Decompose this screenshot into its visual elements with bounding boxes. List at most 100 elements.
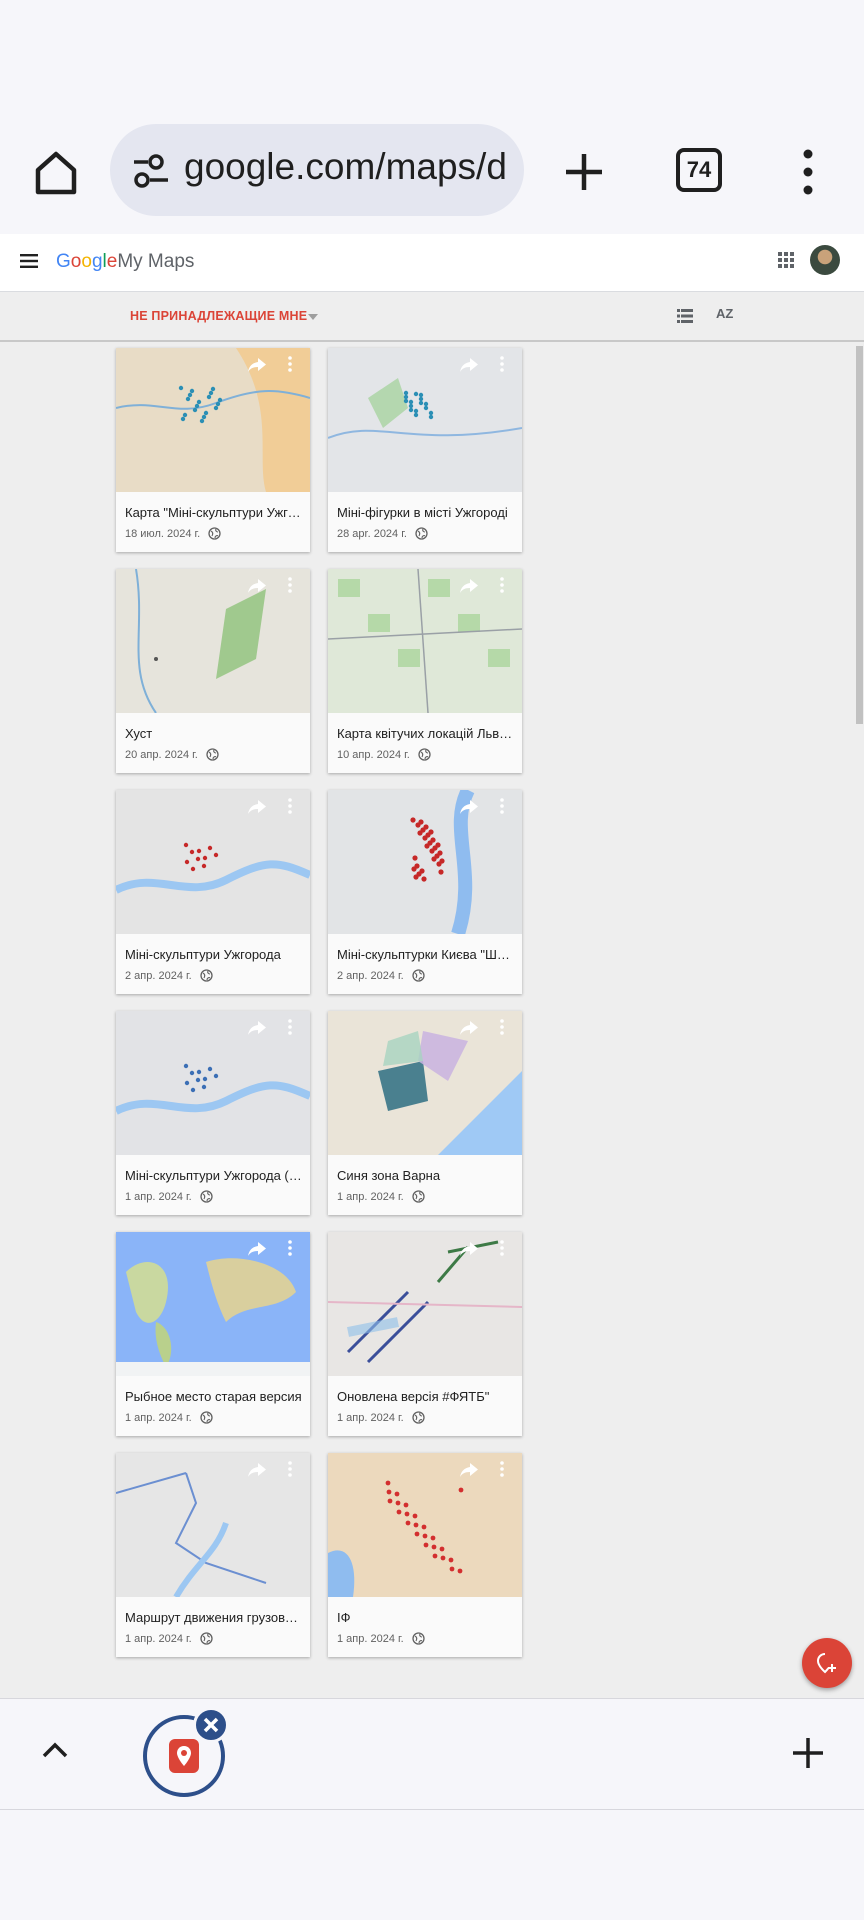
map-card[interactable]: Міні-скульптури Ужгорода (стара) 1 апр. 2…: [116, 1011, 310, 1215]
map-thumbnail[interactable]: [116, 1011, 310, 1155]
apps-grid-icon[interactable]: [777, 251, 795, 269]
map-thumbnail[interactable]: [116, 569, 310, 713]
map-card[interactable]: Синя зона Варна 1 апр. 2024 г.: [328, 1011, 522, 1215]
map-title[interactable]: Синя зона Варна: [337, 1168, 515, 1183]
map-thumbnail[interactable]: [328, 790, 522, 934]
more-vert-icon[interactable]: [288, 577, 292, 593]
chevron-up-icon[interactable]: [40, 1735, 70, 1765]
map-thumbnail[interactable]: [328, 348, 522, 492]
more-vert-icon[interactable]: [500, 577, 504, 593]
map-title[interactable]: Хуст: [125, 726, 303, 741]
share-icon[interactable]: [460, 579, 478, 593]
map-card[interactable]: Маршрут движения грузового 1 апр. 2024 г.: [116, 1453, 310, 1657]
map-date: 18 июл. 2024 г.: [125, 528, 201, 540]
share-icon[interactable]: [248, 579, 266, 593]
map-title[interactable]: ІФ: [337, 1610, 515, 1625]
map-title[interactable]: Оновлена версія #ФЯТБ": [337, 1389, 515, 1404]
url-text[interactable]: google.com/maps/d: [184, 146, 514, 188]
map-date: 1 апр. 2024 г.: [125, 1633, 192, 1645]
map-card[interactable]: Рыбное место старая версия 1 апр. 2024 г.: [116, 1232, 310, 1436]
create-map-button[interactable]: [802, 1638, 852, 1688]
more-vert-icon[interactable]: [288, 356, 292, 372]
add-tab-icon[interactable]: [790, 1735, 826, 1771]
map-date: 1 апр. 2024 г.: [125, 1412, 192, 1424]
share-icon[interactable]: [248, 1463, 266, 1477]
more-vert-icon[interactable]: [500, 1019, 504, 1035]
map-date: 10 апр. 2024 г.: [337, 749, 410, 761]
map-title[interactable]: Міні-скульптури Ужгорода: [125, 947, 303, 962]
more-vert-icon[interactable]: [288, 1461, 292, 1477]
more-vert-icon[interactable]: [500, 356, 504, 372]
map-date: 2 апр. 2024 г.: [337, 970, 404, 982]
close-icon[interactable]: [193, 1707, 229, 1743]
ownership-filter-dropdown[interactable]: НЕ ПРИНАДЛЕЖАЩИЕ МНЕ: [130, 309, 307, 323]
map-thumbnail[interactable]: [116, 348, 310, 492]
share-icon[interactable]: [460, 1021, 478, 1035]
share-icon[interactable]: [460, 1242, 478, 1256]
share-icon[interactable]: [460, 358, 478, 372]
map-date: 28 apr. 2024 г.: [337, 528, 407, 540]
map-date: 20 апр. 2024 г.: [125, 749, 198, 761]
map-title[interactable]: Міні-фігурки в місті Ужгороді: [337, 505, 515, 520]
share-icon[interactable]: [248, 1242, 266, 1256]
more-vert-icon[interactable]: [288, 1240, 292, 1256]
more-vert-icon[interactable]: [500, 1240, 504, 1256]
url-bar[interactable]: google.com/maps/d: [110, 124, 524, 216]
hamburger-menu-icon[interactable]: [20, 254, 38, 268]
map-card[interactable]: ІФ 1 апр. 2024 г.: [328, 1453, 522, 1657]
map-card[interactable]: Хуст 20 апр. 2024 г.: [116, 569, 310, 773]
more-vert-icon[interactable]: [500, 1461, 504, 1477]
map-card[interactable]: Міні-фігурки в місті Ужгороді 28 apr. 202…: [328, 348, 522, 552]
tune-icon[interactable]: [130, 150, 172, 192]
map-date: 1 апр. 2024 г.: [337, 1191, 404, 1203]
map-card[interactable]: Карта квітучих локацій Львова 10 апр. 202…: [328, 569, 522, 773]
list-view-icon[interactable]: [677, 309, 693, 323]
tab-switcher-button[interactable]: 74: [676, 148, 722, 192]
map-date: 1 апр. 2024 г.: [337, 1633, 404, 1645]
map-thumbnail[interactable]: [328, 1011, 522, 1155]
share-icon[interactable]: [248, 800, 266, 814]
public-globe-icon: [206, 748, 219, 761]
map-date: 1 апр. 2024 г.: [125, 1191, 192, 1203]
system-nav-area: [0, 1810, 864, 1920]
share-icon[interactable]: [248, 1021, 266, 1035]
avatar[interactable]: [810, 245, 840, 275]
map-thumbnail[interactable]: [116, 1232, 310, 1376]
dropdown-caret-icon[interactable]: [308, 314, 318, 320]
more-vert-icon[interactable]: [288, 798, 292, 814]
map-title[interactable]: Міні-скульптури Ужгорода (стара): [125, 1168, 303, 1183]
map-thumbnail[interactable]: [116, 1453, 310, 1597]
scrollbar-thumb[interactable]: [856, 346, 863, 724]
more-vert-icon[interactable]: [500, 798, 504, 814]
share-icon[interactable]: [460, 800, 478, 814]
public-globe-icon: [200, 1411, 213, 1424]
my-maps-logo[interactable]: GoogleMy Maps: [56, 251, 194, 273]
map-title[interactable]: Карта квітучих локацій Львова: [337, 726, 515, 741]
more-vert-icon[interactable]: [288, 1019, 292, 1035]
map-card[interactable]: Карта "Міні-скульптури Ужгорода" 18 июл. …: [116, 348, 310, 552]
map-title[interactable]: Рыбное место старая версия: [125, 1389, 303, 1404]
google-wordmark: Google: [56, 251, 118, 272]
sort-az-icon[interactable]: AZ: [716, 306, 733, 321]
map-title[interactable]: Міні-скульптурки Києва "Шукай": [337, 947, 515, 962]
public-globe-icon: [412, 1411, 425, 1424]
map-card[interactable]: Оновлена версія #ФЯТБ" 1 апр. 2024 г.: [328, 1232, 522, 1436]
map-card[interactable]: Міні-скульптури Ужгорода 2 апр. 2024 г.: [116, 790, 310, 994]
map-thumbnail[interactable]: [116, 790, 310, 934]
map-title[interactable]: Маршрут движения грузового: [125, 1610, 303, 1625]
more-vert-icon[interactable]: [796, 146, 820, 198]
browser-toolbar: google.com/maps/d 74: [0, 120, 864, 234]
home-icon[interactable]: [30, 146, 82, 198]
map-thumbnail[interactable]: [328, 1453, 522, 1597]
status-bar-area: [0, 0, 864, 120]
map-thumbnail[interactable]: [328, 569, 522, 713]
filter-bar: НЕ ПРИНАДЛЕЖАЩИЕ МНЕ AZ: [0, 292, 864, 342]
share-icon[interactable]: [460, 1463, 478, 1477]
map-title[interactable]: Карта "Міні-скульптури Ужгорода": [125, 505, 303, 520]
share-icon[interactable]: [248, 358, 266, 372]
new-tab-icon[interactable]: [558, 146, 610, 198]
map-thumbnail[interactable]: [328, 1232, 522, 1376]
map-card[interactable]: Міні-скульптурки Києва "Шукай" 2 апр. 202…: [328, 790, 522, 994]
public-globe-icon: [412, 1632, 425, 1645]
my-maps-app-icon: [169, 1739, 199, 1773]
